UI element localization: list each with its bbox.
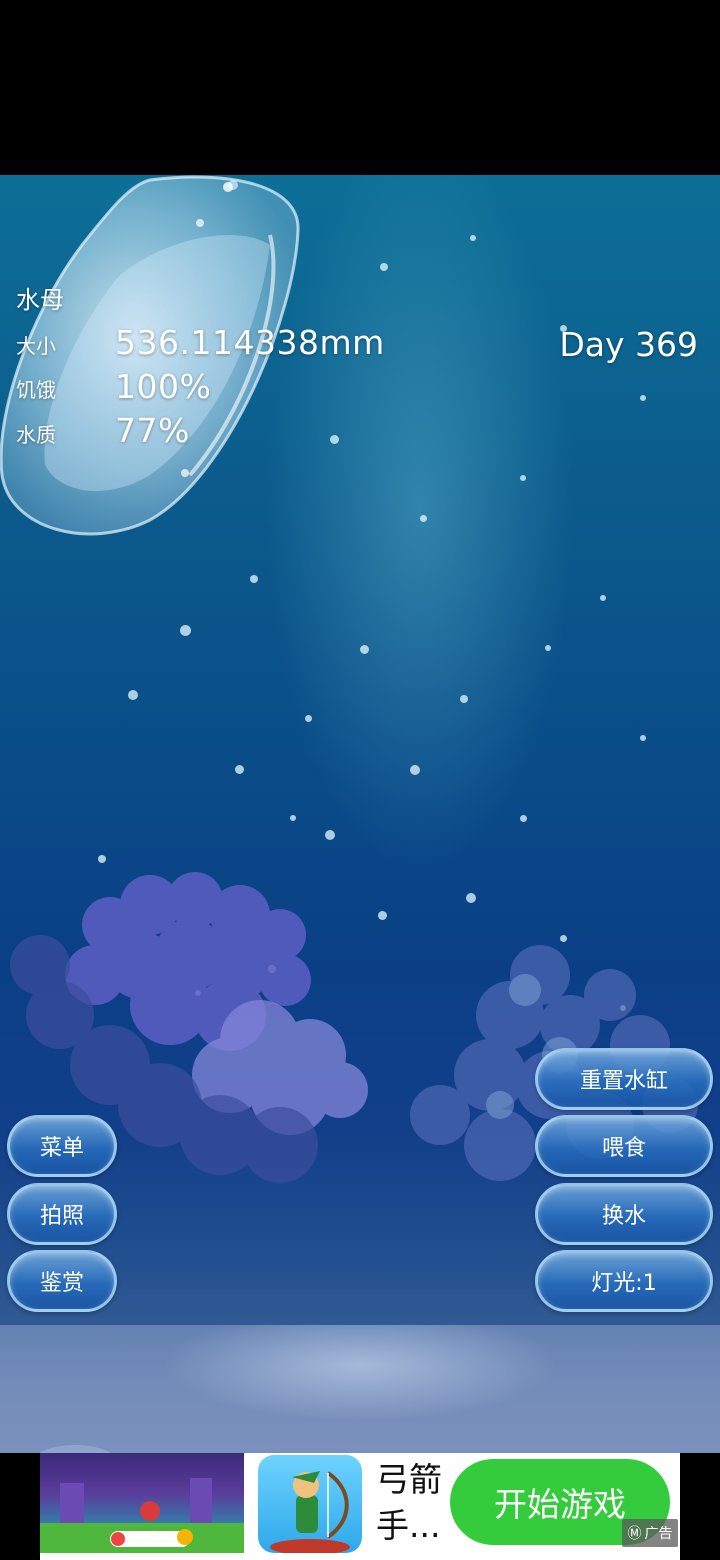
ad-app-name[interactable]: 弓箭手...	[376, 1457, 456, 1549]
ad-badge-label: 广告	[644, 1526, 673, 1542]
bubble	[128, 690, 138, 700]
photo-button[interactable]: 拍照	[7, 1183, 117, 1245]
hunger-value: 100%	[115, 367, 212, 406]
bubble	[600, 595, 606, 601]
bubble	[330, 435, 339, 444]
reset-tank-button[interactable]: 重置水缸	[535, 1048, 713, 1110]
bubble	[640, 395, 646, 401]
hunger-label: 饥饿	[16, 378, 56, 402]
bubble	[520, 815, 527, 822]
ad-content[interactable]: 弓箭手... 开始游戏 Ⓜ 广告	[40, 1453, 680, 1560]
bubble	[466, 893, 476, 903]
feed-button[interactable]: 喂食	[535, 1115, 713, 1177]
bubble	[420, 515, 427, 522]
bubble	[305, 715, 312, 722]
bubble	[380, 263, 388, 271]
archer-icon	[270, 1471, 350, 1553]
ad-game-scene-icon	[40, 1478, 244, 1553]
ad-banner[interactable]: 弓箭手... 开始游戏 Ⓜ 广告	[0, 1453, 720, 1560]
bubble	[360, 645, 369, 654]
bubble	[545, 645, 551, 651]
ad-app-icon[interactable]	[258, 1455, 362, 1553]
bubble	[410, 765, 420, 775]
bubble	[180, 625, 191, 636]
bubble	[520, 475, 526, 481]
bubble	[460, 695, 468, 703]
gallery-button[interactable]: 鉴赏	[7, 1250, 117, 1312]
ad-game-preview-image[interactable]	[40, 1453, 244, 1553]
bubble	[250, 575, 258, 583]
top-black-bar	[0, 0, 720, 175]
light-button[interactable]: 灯光:1	[535, 1250, 713, 1312]
m-logo-icon: Ⓜ	[627, 1526, 642, 1542]
size-value: 536.114338mm	[115, 323, 385, 362]
creature-name: 水母	[16, 286, 64, 314]
change-water-button[interactable]: 换水	[535, 1183, 713, 1245]
bubble	[290, 815, 296, 821]
menu-button[interactable]: 菜单	[7, 1115, 117, 1177]
bubble	[235, 765, 244, 774]
bubble	[325, 830, 335, 840]
ad-badge: Ⓜ 广告	[622, 1519, 678, 1547]
bubble	[640, 735, 646, 741]
sand-floor	[0, 1325, 720, 1453]
water-quality-label: 水质	[16, 423, 56, 447]
pebble	[30, 1445, 120, 1453]
day-counter: Day 369	[559, 325, 698, 364]
size-label: 大小	[16, 334, 56, 358]
water-quality-value: 77%	[115, 411, 190, 450]
bubble	[98, 855, 106, 863]
bubble	[470, 235, 476, 241]
